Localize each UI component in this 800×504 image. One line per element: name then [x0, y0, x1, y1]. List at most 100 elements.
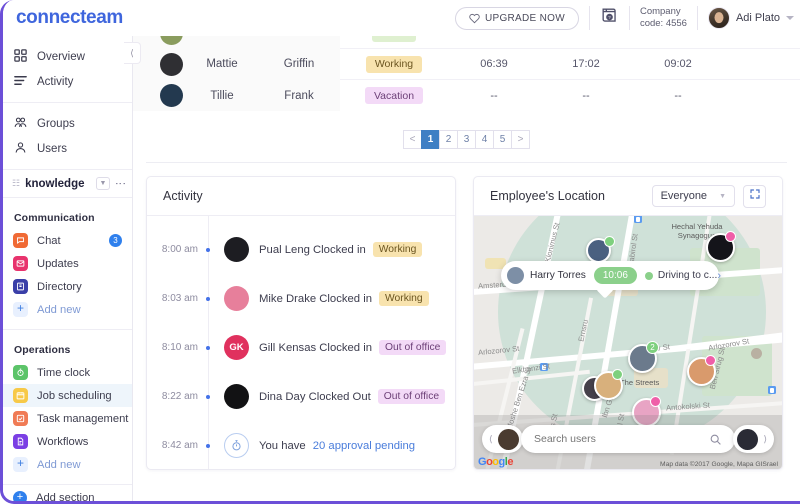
map-attribution: Map data ©2017 Google, Mapa GISrael [660, 461, 778, 468]
list-item[interactable]: 8:22 am Dina Day Clocked Out Out of offi… [147, 372, 455, 421]
sidebar-nav-primary: Overview Activity [3, 36, 132, 103]
employee-pin[interactable] [687, 355, 716, 386]
upgrade-now-label: UPGRADE NOW [484, 12, 565, 24]
map-search-bar[interactable] [521, 425, 735, 453]
knowledge-workspace-row[interactable]: ☷ knowledge ▼ ⋮ [3, 170, 132, 198]
table-row[interactable]: Tillie Frank Vacation -- -- -- [133, 80, 800, 111]
transit-stop-icon [634, 216, 642, 223]
sidebar-item-chat[interactable]: Chat 3 [3, 229, 132, 252]
employee-pin[interactable] [594, 369, 623, 400]
help-book-icon[interactable]: ? [600, 6, 619, 30]
groups-icon [13, 115, 28, 133]
pagination-page-1[interactable]: 1 [421, 130, 440, 149]
chevron-left-icon: ⟨ [130, 47, 134, 58]
sidebar-item-label: Overview [37, 50, 85, 63]
add-new-operations-button[interactable]: + Add new [3, 453, 132, 476]
avatar [160, 84, 183, 107]
plus-icon: + [13, 302, 28, 317]
avatar [497, 428, 519, 450]
panel-title: Activity [163, 189, 203, 203]
fullscreen-button[interactable] [743, 184, 766, 208]
pagination-page-5[interactable]: 5 [493, 130, 512, 149]
panel-title: Employee's Location [490, 189, 605, 203]
sidebar-item-label: Updates [37, 257, 79, 270]
list-icon [13, 73, 28, 91]
list-item[interactable]: 8:42 am You have 20 approval pending [147, 421, 455, 469]
divider [696, 6, 698, 30]
employee-pin[interactable] [586, 236, 615, 263]
chevron-right-icon[interactable]: › [717, 270, 724, 282]
divider [628, 6, 630, 30]
pagination-next[interactable]: > [511, 130, 530, 149]
sidebar-item-overview[interactable]: Overview [3, 44, 132, 69]
sidebar-item-task-management[interactable]: Task management [3, 407, 132, 430]
section-title: Communication [14, 212, 95, 224]
section-title: Operations [14, 344, 71, 356]
approval-pending-link[interactable]: 20 approval pending [313, 440, 415, 452]
activity-text-wrap: Mike Drake Clocked in Working [259, 291, 429, 306]
cell-total-time: 09:02 [664, 58, 692, 70]
map-prev-user-button[interactable]: ⟨ [482, 425, 523, 453]
activity-text-wrap: You have 20 approval pending [259, 440, 415, 452]
sidebar-item-label: Chat [37, 234, 61, 247]
sidebar-item-job-scheduling[interactable]: Job scheduling [3, 384, 132, 407]
status-badge: Out of office [379, 340, 447, 355]
sidebar-item-workflows[interactable]: Workflows [3, 430, 132, 453]
sidebar-item-time-clock[interactable]: Time clock [3, 361, 132, 384]
map-panel-header: Employee's Location Everyone ▼ [474, 177, 782, 216]
add-new-label: Add new [37, 303, 81, 316]
add-section-button[interactable]: + Add section [3, 484, 132, 504]
stopwatch-icon [224, 433, 249, 458]
list-item[interactable]: 8:00 am Pual Leng Clocked in Working [147, 225, 455, 274]
directory-icon [13, 279, 28, 294]
pagination-page-4[interactable]: 4 [475, 130, 494, 149]
sidebar-item-users[interactable]: Users [3, 136, 132, 161]
employee-pin[interactable] [706, 231, 736, 262]
pagination-page-2[interactable]: 2 [439, 130, 458, 149]
sidebar-section-operations: Operations Time clock Job scheduling Tas… [3, 330, 132, 484]
cell-end-time: -- [582, 89, 590, 102]
sidebar: ⟨ Overview Activity Groups Users ☷ knowl… [3, 36, 141, 504]
list-item[interactable]: 8:03 am Mike Drake Clocked in Working [147, 274, 455, 323]
status-dot [604, 236, 615, 247]
drag-grip-icon[interactable]: ☷ [12, 178, 20, 189]
employee-pin[interactable]: 2 [628, 341, 659, 373]
employee-time-badge: 10:06 [593, 267, 637, 284]
search-icon[interactable] [709, 433, 722, 446]
chat-icon [13, 233, 28, 248]
timeline-dot [206, 443, 210, 448]
top-bar-right: UPGRADE NOW ? Company code: 4556 Adi Pla… [454, 0, 794, 36]
map-next-user-button[interactable]: ⟩ [733, 425, 774, 453]
list-item[interactable]: 8:10 am GK Gill Kensas Clocked in Out of… [147, 323, 455, 372]
sidebar-item-updates[interactable]: Updates [3, 252, 132, 275]
add-section-label: Add section [36, 492, 95, 504]
pin-count-badge: 2 [646, 341, 659, 354]
sidebar-item-directory[interactable]: Directory [3, 275, 132, 298]
upgrade-now-button[interactable]: UPGRADE NOW [454, 6, 579, 30]
map-canvas[interactable]: Amsterdam St Klonimus St Gabirol St Arlo… [474, 216, 782, 469]
chevron-down-icon[interactable]: ▼ [96, 177, 110, 190]
table-row[interactable]: Mattie Griffin Working 06:39 17:02 09:02 [133, 48, 800, 80]
pagination-page-3[interactable]: 3 [457, 130, 476, 149]
pagination-prev[interactable]: < [403, 130, 422, 149]
main-content: Ena Bowen Sales 06:39 17:02 09:02 Emilie… [133, 0, 800, 501]
employee-info-card[interactable]: Harry Torres 10:06 Driving to c... › [501, 261, 721, 290]
avatar [224, 286, 249, 311]
activity-time: 8:10 am [161, 342, 198, 353]
activity-time: 8:00 am [161, 244, 198, 255]
cell-first-name: Mattie [206, 58, 238, 70]
user-menu[interactable]: Adi Plato [707, 7, 794, 29]
add-new-communication-button[interactable]: + Add new [3, 298, 132, 321]
sidebar-item-activity[interactable]: Activity [3, 69, 132, 94]
avatar [224, 237, 249, 262]
employee-filter-select[interactable]: Everyone ▼ [651, 185, 735, 207]
sidebar-item-label: Directory [37, 280, 82, 293]
poi-marker [751, 348, 762, 359]
employee-filter-value: Everyone [660, 190, 708, 202]
company-code: Company code: 4556 [639, 6, 687, 29]
sidebar-item-groups[interactable]: Groups [3, 111, 132, 136]
status-dot [644, 271, 653, 280]
more-vertical-icon[interactable]: ⋮ [114, 178, 126, 189]
sidebar-collapse-button[interactable]: ⟨ [124, 42, 141, 64]
search-input[interactable] [534, 433, 709, 445]
